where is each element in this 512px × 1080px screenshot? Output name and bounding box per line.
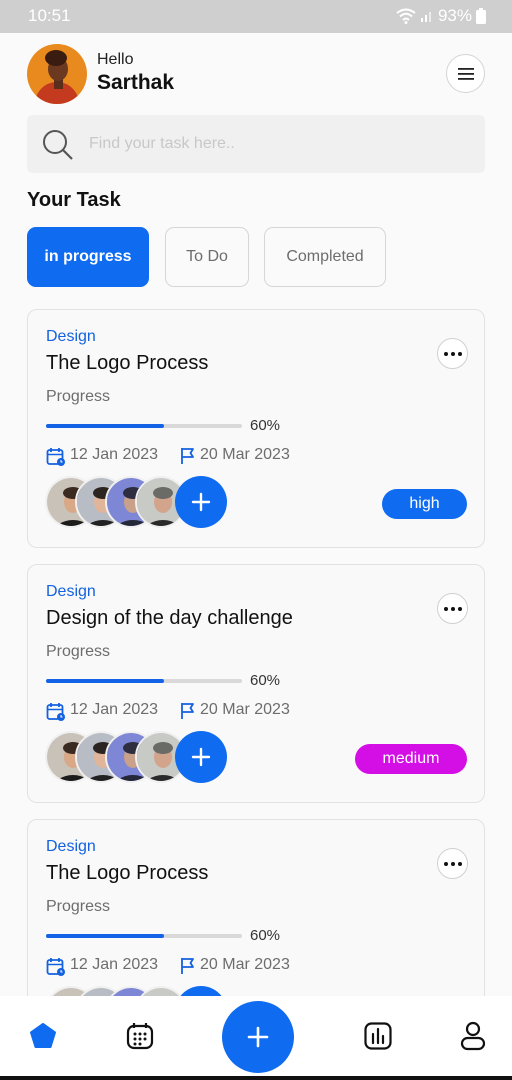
team-members: [45, 986, 235, 996]
search-bar[interactable]: [27, 115, 485, 173]
username: Sarthak: [97, 71, 175, 94]
section-title: Your Task: [27, 189, 121, 211]
progress-fill: [46, 934, 164, 938]
calendar-start-icon: [46, 448, 65, 466]
priority-badge: high: [382, 489, 467, 519]
nav-home[interactable]: [28, 1021, 58, 1056]
team-members: [45, 731, 235, 787]
task-card[interactable]: Design Design of the day challenge Progr…: [27, 564, 485, 803]
battery-percent: 93%: [437, 6, 472, 25]
menu-button[interactable]: [446, 54, 485, 93]
nav-stats[interactable]: [363, 1021, 393, 1056]
search-icon: [43, 130, 73, 160]
status-icons: 93%: [396, 6, 486, 26]
progress-fill: [46, 679, 164, 683]
search-input[interactable]: [89, 115, 469, 173]
add-member-button[interactable]: [175, 731, 227, 783]
greeting: Hello: [97, 51, 134, 68]
progress-bar: [46, 934, 242, 938]
task-page: Hello Sarthak Your Task in progress To D…: [0, 33, 512, 996]
progress-label: Progress: [46, 898, 111, 915]
task-category: Design: [46, 583, 96, 600]
signal-icon: [420, 12, 431, 22]
task-category: Design: [46, 328, 96, 345]
flag-icon: [181, 703, 194, 719]
flag-icon: [181, 448, 194, 464]
calendar-start-icon: [46, 703, 65, 721]
progress-label: Progress: [46, 388, 111, 405]
tab-in-progress[interactable]: in progress: [27, 227, 149, 287]
due-date: 20 Mar 2023: [200, 956, 290, 973]
menu-icon: [457, 67, 474, 80]
priority-badge: medium: [355, 744, 467, 774]
task-category: Design: [46, 838, 96, 855]
battery-icon: [476, 8, 486, 24]
status-time: 10:51: [28, 6, 71, 25]
progress-label: Progress: [46, 643, 111, 660]
start-date: 12 Jan 2023: [70, 956, 159, 973]
task-title: The Logo Process: [46, 352, 209, 374]
nav-profile[interactable]: [459, 1021, 487, 1056]
tab-to-do[interactable]: To Do: [165, 227, 249, 287]
start-date: 12 Jan 2023: [70, 446, 159, 463]
profile-icon: [460, 1021, 486, 1051]
add-icon: [191, 492, 211, 512]
progress-percent: 60%: [250, 417, 281, 434]
flag-icon: [181, 958, 194, 974]
system-home-bar: [0, 1076, 512, 1080]
more-options-button[interactable]: [437, 848, 468, 879]
task-card[interactable]: Design The Logo Process Progress 60% 12 …: [27, 309, 485, 548]
task-title: Design of the day challenge: [46, 607, 293, 629]
bottom-nav: [0, 996, 512, 1076]
progress-bar: [46, 679, 242, 683]
progress-fill: [46, 424, 164, 428]
more-options-button[interactable]: [437, 338, 468, 369]
progress-percent: 60%: [250, 672, 281, 689]
start-date: 12 Jan 2023: [70, 701, 159, 718]
stats-icon: [364, 1022, 392, 1050]
progress-percent: 60%: [250, 927, 281, 944]
due-date: 20 Mar 2023: [200, 446, 290, 463]
home-icon: [30, 1023, 56, 1048]
more-options-button[interactable]: [437, 593, 468, 624]
calendar-start-icon: [46, 958, 65, 976]
wifi-icon: [396, 8, 416, 24]
avatar[interactable]: [27, 44, 87, 104]
nav-calendar[interactable]: [125, 1021, 155, 1056]
add-icon: [247, 1026, 269, 1048]
due-date: 20 Mar 2023: [200, 701, 290, 718]
add-task-button[interactable]: [222, 1001, 294, 1073]
calendar-icon: [126, 1023, 154, 1050]
add-member-button[interactable]: [175, 476, 227, 528]
progress-bar: [46, 424, 242, 428]
team-members: [45, 476, 235, 532]
tab-completed[interactable]: Completed: [264, 227, 386, 287]
task-title: The Logo Process: [46, 862, 209, 884]
task-card[interactable]: Design The Logo Process Progress 60% 12 …: [27, 819, 485, 996]
status-bar: 10:51 93%: [0, 0, 512, 33]
add-member-button[interactable]: [175, 986, 227, 996]
add-icon: [191, 747, 211, 767]
